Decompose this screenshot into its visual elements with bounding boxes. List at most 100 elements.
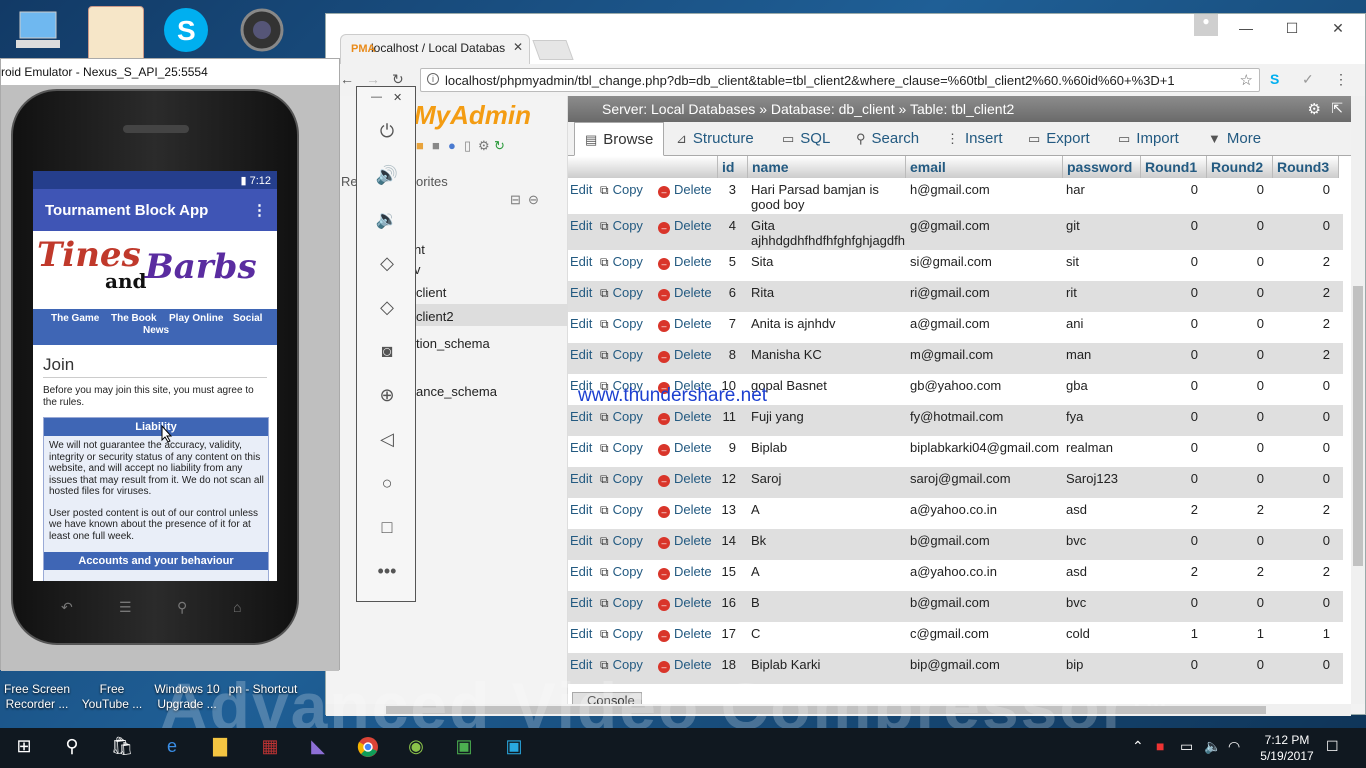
copy-link[interactable]: ⧉ Copy [600,254,643,270]
close-window-icon[interactable]: ✕ [1322,20,1354,40]
settings-gear-icon[interactable]: ⚙ [1308,100,1321,118]
delete-link[interactable]: – Delete [658,471,712,487]
address-bar[interactable]: i localhost/phpmyadmin/tbl_change.php?db… [420,68,1260,92]
docs-icon[interactable]: ▯ [464,138,471,154]
home-icon[interactable]: ○ [375,473,399,497]
phpmyadmin-logo[interactable]: MyAdmin [414,100,531,131]
desktop-icon-label[interactable]: Free YouTube ... [80,682,144,712]
nav-link[interactable]: News [143,325,169,336]
file-explorer-icon[interactable]: ▇ [208,736,232,760]
home-icon[interactable]: ■ [416,138,424,153]
edit-link[interactable]: Edit [570,409,592,424]
delete-link[interactable]: – Delete [658,440,712,456]
menu-key-icon[interactable]: ☰ [119,599,132,616]
maximize-icon[interactable]: ☐ [1276,20,1308,40]
vertical-scrollbar[interactable] [1351,96,1365,704]
edit-link[interactable]: Edit [570,533,592,548]
collapse-icon[interactable]: ⇱ [1331,100,1343,117]
delete-link[interactable]: – Delete [658,316,712,332]
back-icon[interactable]: ◁ [375,429,399,453]
forward-icon[interactable]: → [366,71,380,87]
battery-icon[interactable]: ▭ [1180,738,1193,755]
column-header-email[interactable]: email [906,156,1063,178]
overflow-menu-icon[interactable]: ⋮ [252,201,267,219]
edit-link[interactable]: Edit [570,254,592,269]
liability-heading[interactable]: Liability [44,418,268,436]
skype-extension-icon[interactable]: S [1270,71,1279,87]
column-header-round3[interactable]: Round3 [1273,156,1339,178]
menu-icon[interactable]: ⋮ [1334,71,1348,88]
tray-app-icon[interactable]: ■ [1156,738,1164,754]
check-extension-icon[interactable]: ✓ [1302,71,1314,88]
accounts-heading[interactable]: Accounts and your behaviour [44,552,268,570]
android-studio-icon[interactable]: ◉ [404,736,428,760]
chrome-icon[interactable] [356,736,380,760]
column-header-name[interactable]: name [748,156,906,178]
reload-nav-icon[interactable]: ↻ [494,138,505,154]
copy-link[interactable]: ⧉ Copy [600,471,643,487]
back-icon[interactable]: ← [340,71,354,87]
edit-link[interactable]: Edit [570,595,592,610]
bookmark-star-icon[interactable]: ☆ [1240,71,1253,89]
scrollbar-thumb[interactable] [1353,286,1363,566]
nav-link[interactable]: Social [233,313,262,324]
nav-table-item[interactable]: client [416,285,446,300]
wifi-icon[interactable]: ◠ [1228,738,1240,755]
new-tab-button[interactable] [532,40,574,60]
overview-icon[interactable]: □ [375,517,399,541]
copy-link[interactable]: ⧉ Copy [600,595,643,611]
minimize-icon[interactable]: — [371,91,382,103]
volume-up-icon[interactable]: 🔊 [375,165,399,189]
edit-link[interactable]: Edit [570,316,592,331]
tab-browse[interactable]: ▤ Browse [574,122,664,156]
store-icon[interactable]: 🛍 [110,736,134,760]
delete-link[interactable]: – Delete [658,626,712,642]
chevron-up-icon[interactable]: ⌃ [1132,738,1144,755]
column-header-round1[interactable]: Round1 [1141,156,1207,178]
breadcrumb-database[interactable]: Database: db_client [771,101,895,117]
copy-link[interactable]: ⧉ Copy [600,285,643,301]
column-header-password[interactable]: password [1063,156,1141,178]
edit-link[interactable]: Edit [570,502,592,517]
delete-link[interactable]: – Delete [658,409,712,425]
volume-icon[interactable]: 🔈 [1204,738,1221,755]
taskbar-clock[interactable]: 7:12 PM 5/19/2017 [1252,732,1322,764]
close-icon[interactable]: ✕ [393,91,402,104]
delete-link[interactable]: – Delete [658,254,712,270]
nav-link[interactable]: Play Online [169,313,223,324]
desktop-icon-label[interactable]: Free Screen Recorder ... [0,682,74,712]
copy-link[interactable]: ⧉ Copy [600,316,643,332]
volume-down-icon[interactable]: 🔉 [375,209,399,233]
edit-link[interactable]: Edit [570,626,592,641]
tab-more[interactable]: ▼ More [1198,122,1271,156]
profile-icon[interactable]: ● [1194,14,1218,36]
collapse-all-icon[interactable]: ⊟ [510,192,521,208]
delete-link[interactable]: – Delete [658,564,712,580]
edit-link[interactable]: Edit [570,440,592,455]
favorites-tab[interactable]: orites [416,174,448,189]
tab-search[interactable]: ⚲ Search [846,122,929,156]
minimize-icon[interactable]: — [1230,20,1262,40]
app-icon[interactable]: ▣ [452,736,476,760]
phone-screen[interactable]: ▮ 7:12 Tournament Block App ⋮ Tines and … [33,171,277,581]
logout-icon[interactable]: ■ [432,138,440,153]
copy-link[interactable]: ⧉ Copy [600,218,643,234]
tab-export[interactable]: ▭ Export [1018,122,1100,156]
delete-link[interactable]: – Delete [658,347,712,363]
delete-link[interactable]: – Delete [658,502,712,518]
page-info-icon[interactable]: i [427,73,439,85]
copy-link[interactable]: ⧉ Copy [600,440,643,456]
copy-link[interactable]: ⧉ Copy [600,409,643,425]
edge-icon[interactable]: e [160,736,184,760]
edit-link[interactable]: Edit [570,471,592,486]
column-header-round2[interactable]: Round2 [1207,156,1273,178]
search-key-icon[interactable]: ⚲ [177,599,187,616]
search-icon[interactable]: ⚲ [60,736,84,760]
nav-link[interactable]: The Book [111,313,157,324]
power-icon[interactable]: ⏻ [375,121,399,145]
copy-link[interactable]: ⧉ Copy [600,182,643,198]
copy-link[interactable]: ⧉ Copy [600,533,643,549]
edit-link[interactable]: Edit [570,218,592,233]
nav-table-item-selected[interactable]: client2 [416,309,454,324]
copy-link[interactable]: ⧉ Copy [600,564,643,580]
